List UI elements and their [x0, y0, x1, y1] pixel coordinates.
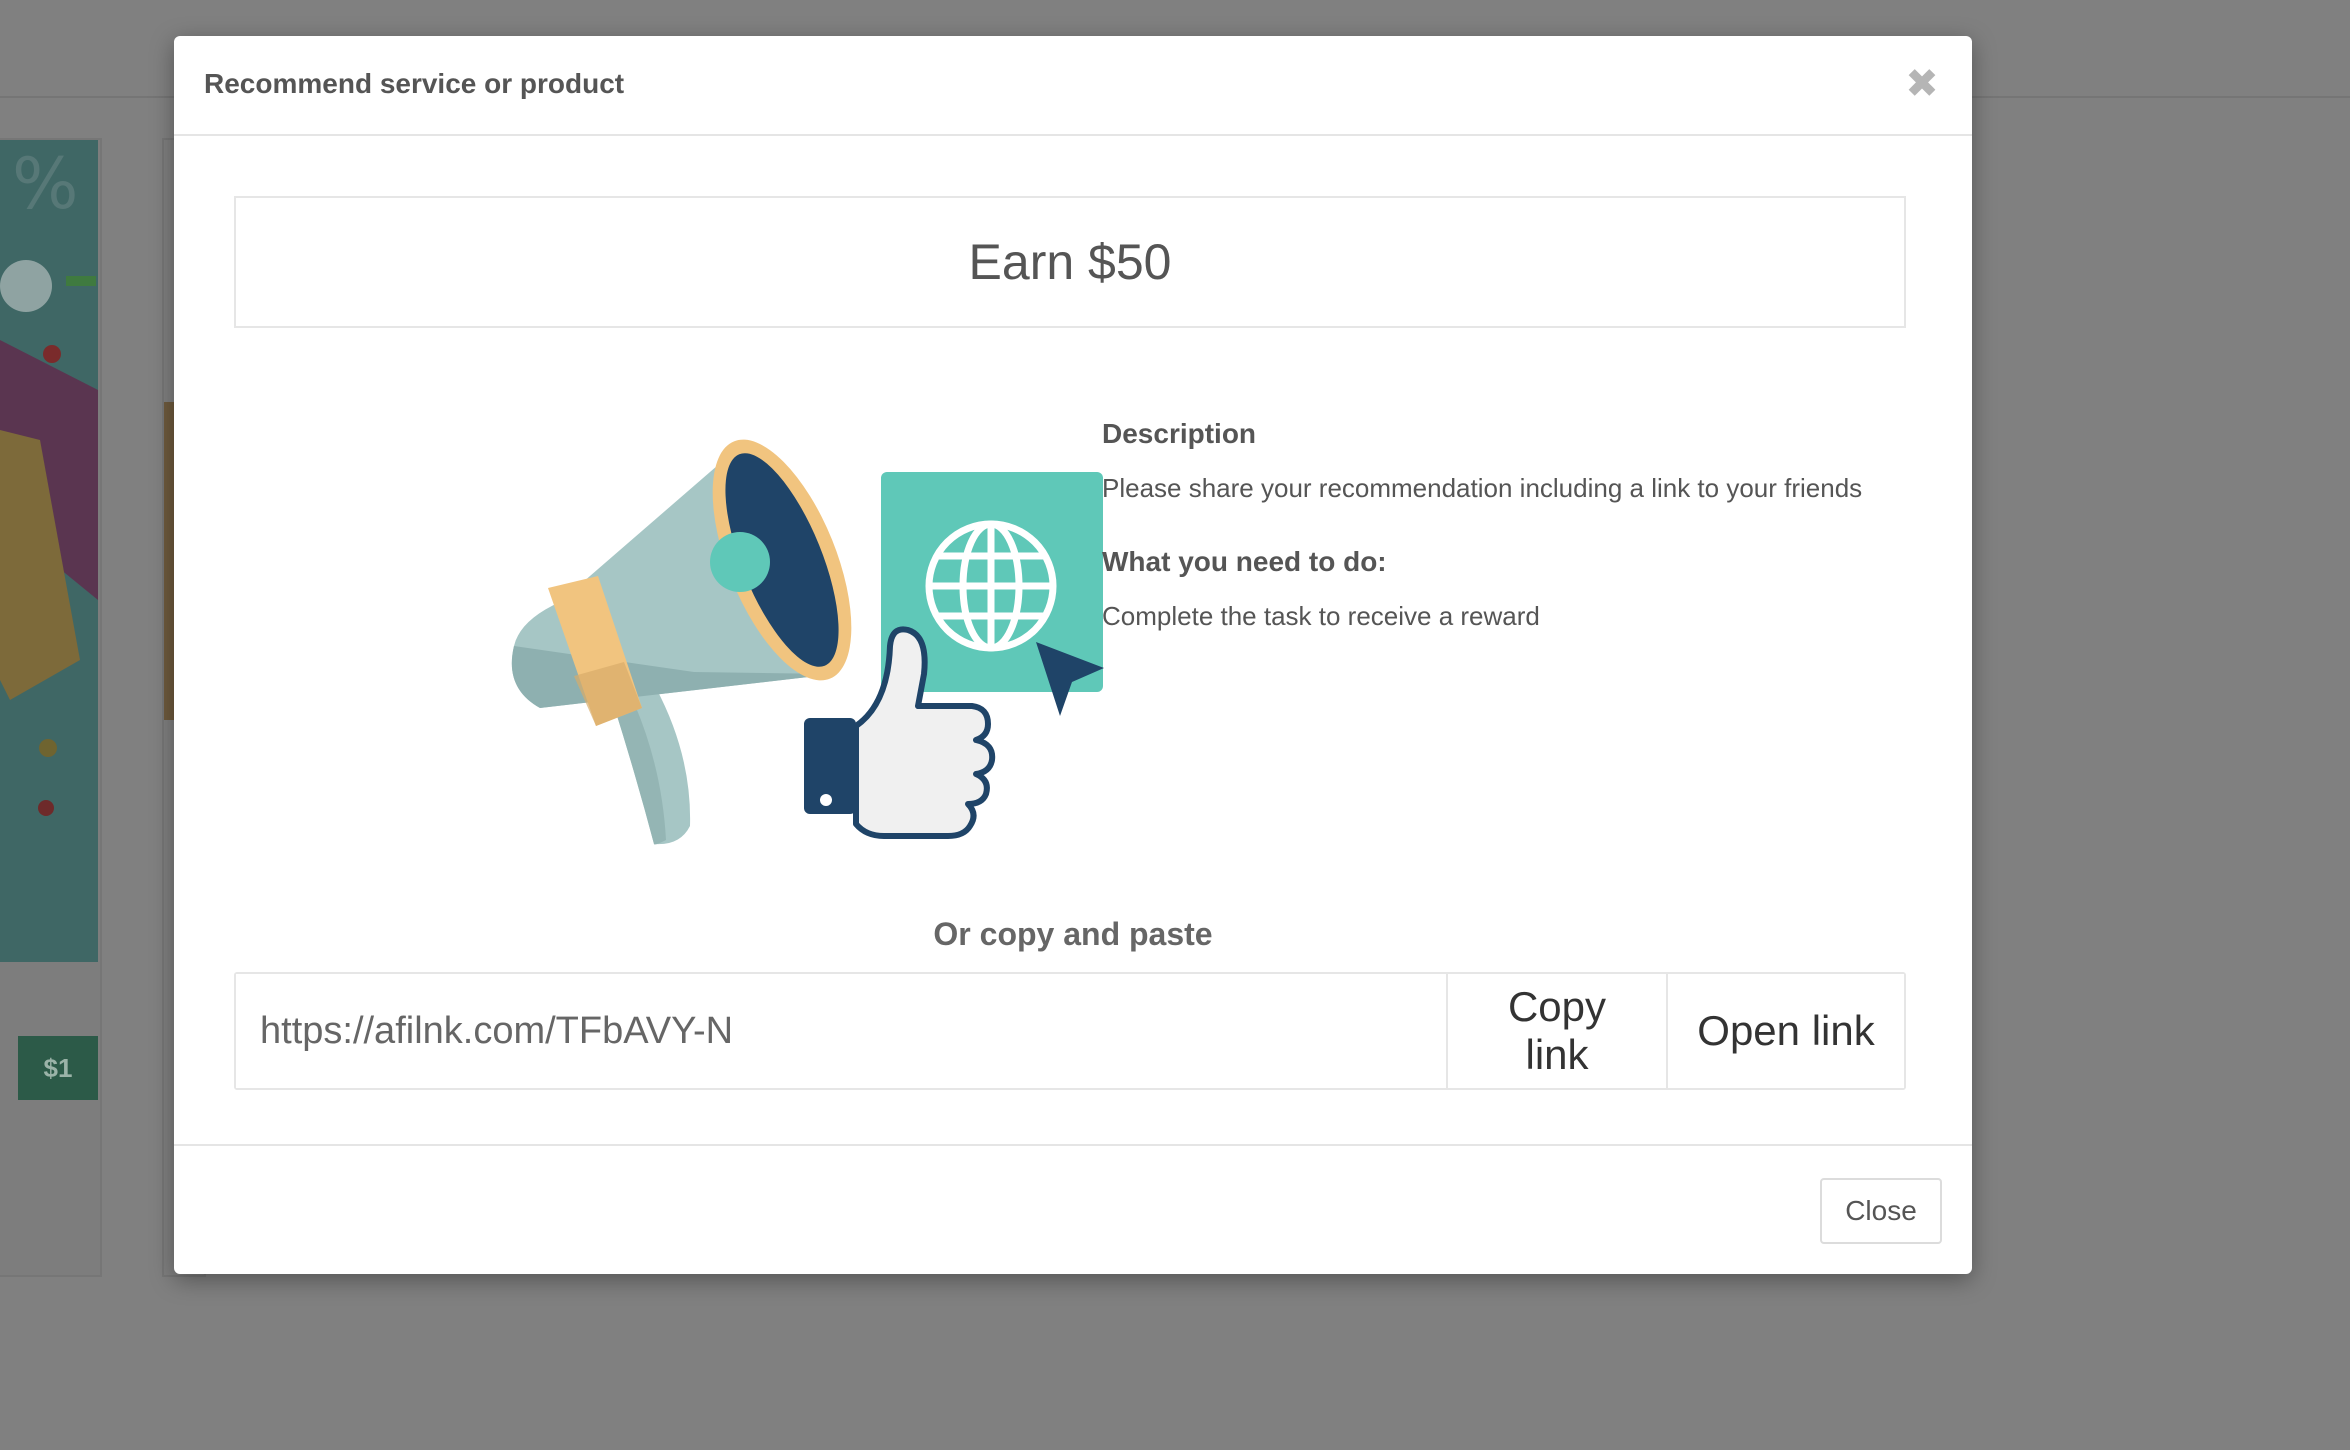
open-link-button[interactable]: Open link	[1666, 974, 1904, 1088]
background-percent-symbol: %	[12, 143, 79, 225]
background-price-badge: $1	[18, 1036, 98, 1100]
copy-link-button[interactable]: Copy link	[1446, 974, 1666, 1088]
description-text: Please share your recommendation includi…	[1102, 473, 1863, 503]
reward-amount: Earn $50	[234, 196, 1906, 328]
megaphone-like-icon	[511, 439, 1104, 845]
background-product-card: % $1	[0, 138, 102, 1277]
modal-title: Recommend service or product	[204, 68, 625, 99]
description-heading: Description	[1102, 418, 1257, 449]
modal-body: Earn $50 Description Please share your r…	[174, 136, 1972, 1144]
referral-link-input[interactable]	[236, 974, 1446, 1088]
modal-footer: Close	[174, 1144, 1972, 1274]
background-product-image: %	[0, 140, 98, 962]
megaphone-illustration	[504, 426, 1116, 846]
recommend-modal: Recommend service or product ✖ Earn $50	[174, 36, 1972, 1274]
background-product-artwork: %	[0, 140, 98, 962]
close-button[interactable]: Close	[1820, 1178, 1942, 1244]
task-heading: What you need to do:	[1102, 546, 1387, 577]
referral-link-group: Copy link Open link	[234, 972, 1906, 1090]
task-text: Complete the task to receive a reward	[1102, 601, 1540, 631]
copy-paste-heading: Or copy and paste	[933, 916, 1213, 952]
close-icon[interactable]: ✖	[1902, 64, 1942, 104]
modal-header: Recommend service or product ✖	[174, 36, 1972, 136]
